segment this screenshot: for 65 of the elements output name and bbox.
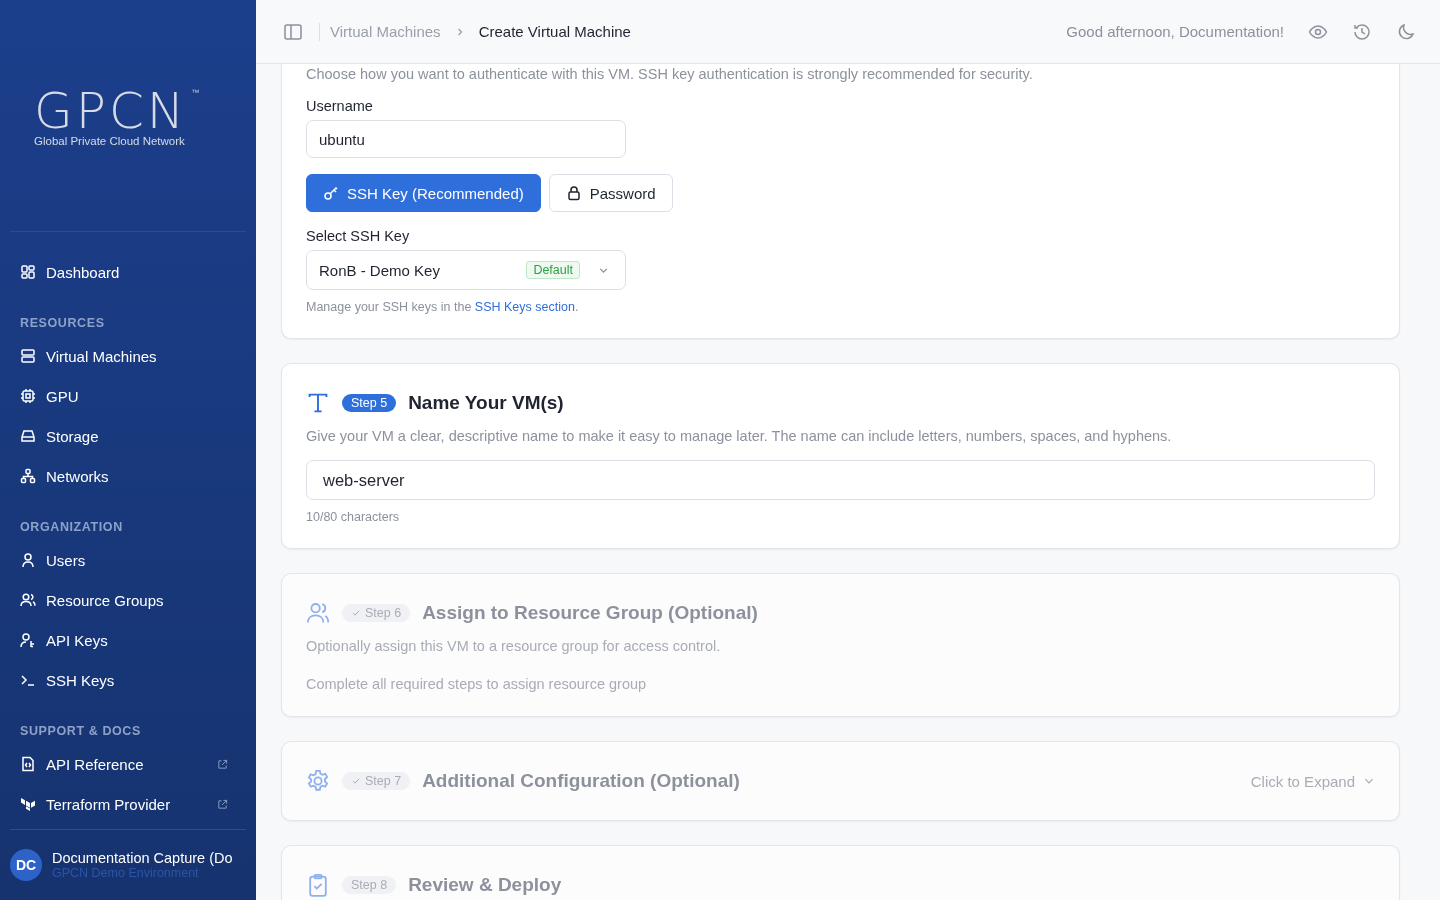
lock-icon — [565, 185, 582, 201]
step-title: Assign to Resource Group (Optional) — [422, 602, 758, 624]
breadcrumb-link[interactable]: Create Virtual Machine — [478, 23, 631, 40]
sidebar-item[interactable]: API Keys — [10, 620, 246, 660]
key-icon — [323, 185, 339, 201]
history-icon[interactable] — [1352, 21, 1372, 42]
logo-tagline: Global Private Cloud Network — [34, 135, 186, 147]
character-counter: 10/80 characters — [306, 510, 400, 524]
user-icon — [20, 552, 36, 568]
username-field[interactable]: ubuntu — [306, 120, 626, 158]
user-key-icon — [20, 632, 36, 648]
step-description: Optionally assign this VM to a resource group for access control. — [306, 638, 721, 654]
sidebar-item[interactable]: Resource Groups — [10, 580, 246, 620]
step-title: Name Your VM(s) — [408, 392, 564, 414]
text-icon — [306, 391, 330, 415]
chip-icon — [20, 388, 36, 404]
moon-icon[interactable] — [1396, 21, 1416, 42]
password-button[interactable]: Password — [548, 174, 673, 212]
sidebar-item[interactable]: Dashboard — [10, 252, 246, 292]
step-badge: Step 8 — [342, 876, 397, 894]
step-description: Give your VM a clear, descriptive name to make it easy to manage later. The name can include letters, numbers, spaces, and hyphens. — [306, 428, 1172, 444]
help-text: Manage your SSH keys in the SSH Keys section. — [306, 300, 579, 314]
ssh-key-button[interactable]: SSH Key (Recommended) — [306, 174, 541, 212]
step-title: Additional Configuration (Optional) — [422, 770, 740, 792]
section-description: Choose how you want to authenticate with this VM. SSH key authentication is strongly recommended for security. — [306, 66, 1033, 82]
logo-wordmark: GPCN — [34, 88, 188, 134]
ssh-key-dropdown[interactable]: RonB - Demo Key Default — [306, 250, 626, 290]
settings-icon[interactable] — [306, 769, 330, 793]
users-icon — [20, 592, 36, 608]
dashboard-icon — [20, 264, 36, 280]
section-heading: ORGANIZATION — [19, 519, 124, 536]
sidebar-item[interactable]: GPU — [10, 376, 246, 416]
step-note: Complete all required steps to assign resource group — [306, 676, 647, 692]
sidebar-item[interactable]: Networks — [10, 456, 246, 496]
sidebar-item[interactable]: Users — [10, 540, 246, 580]
trademark-sign: ™ — [191, 88, 200, 97]
field-label: Select SSH Key — [306, 228, 410, 244]
section-heading: SUPPORT & DOCS — [19, 723, 142, 740]
organization-name: GPCN Demo Environment — [52, 866, 200, 880]
server-icon — [20, 348, 36, 364]
user-name: Documentation Capture (Do — [52, 850, 233, 866]
terraform-icon — [20, 796, 36, 812]
user-avatar[interactable]: DC — [10, 849, 42, 881]
field-label: Username — [306, 98, 373, 114]
ssh-keys-link[interactable]: SSH Keys section — [474, 300, 575, 314]
code-file-icon — [20, 756, 36, 772]
section-heading: RESOURCES — [19, 315, 106, 332]
step-badge: Step 7 — [342, 772, 411, 790]
step-badge: Step 5 — [342, 394, 397, 412]
terminal-icon — [20, 672, 36, 688]
greeting-text: Good afternoon, Documentation! — [1066, 23, 1284, 40]
sidebar-item[interactable]: API Reference — [10, 744, 246, 784]
network-icon — [20, 468, 36, 484]
vm-name-field[interactable]: web-server — [306, 460, 1375, 500]
sidebar-item[interactable]: Storage — [10, 416, 246, 456]
step-badge: Step 6 — [342, 604, 411, 622]
step-title: Review & Deploy — [408, 874, 562, 896]
drive-icon — [20, 428, 36, 444]
sidebar-item[interactable]: SSH Keys — [10, 660, 246, 700]
default-badge: Default — [526, 261, 580, 279]
sidebar-item[interactable]: Virtual Machines — [10, 336, 246, 376]
sidebar-item[interactable]: Terraform Provider — [10, 784, 246, 824]
clipboard-check-icon — [306, 873, 330, 897]
users-icon — [306, 601, 330, 625]
sidebar-toggle-icon[interactable] — [283, 21, 303, 42]
